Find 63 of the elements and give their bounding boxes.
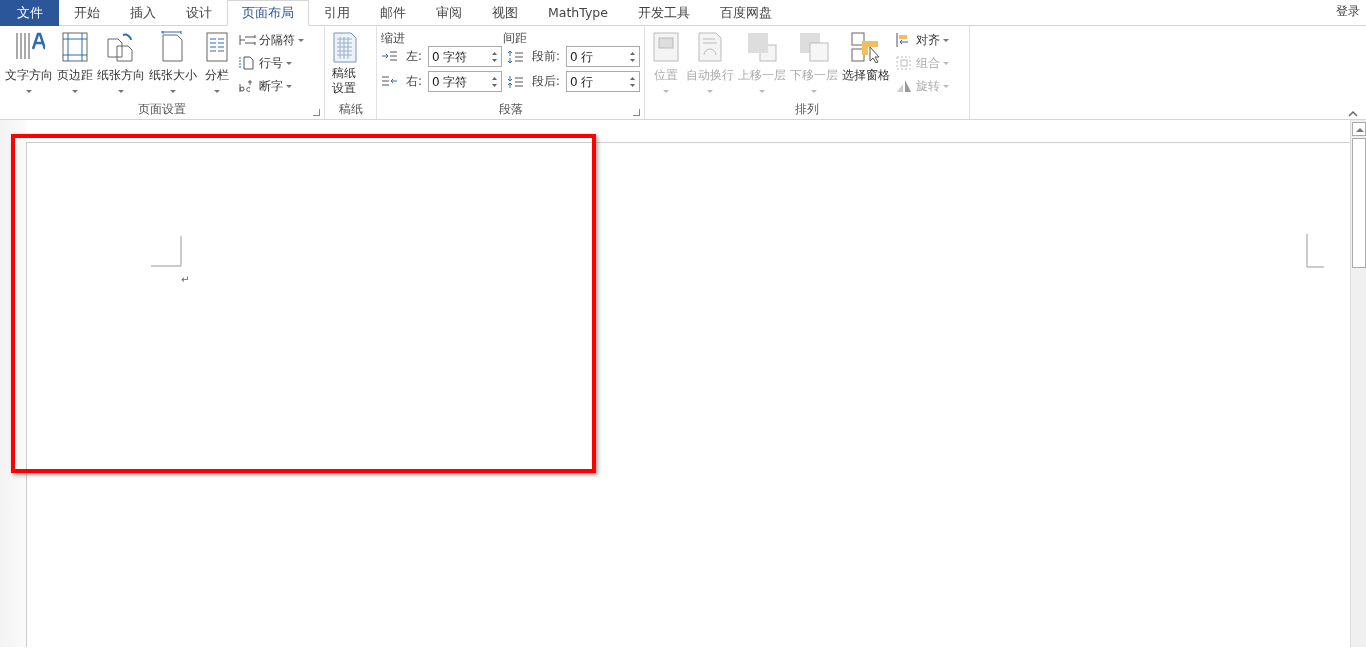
dialog-launcher-icon[interactable] bbox=[633, 109, 640, 116]
ribbon-tab[interactable]: 引用 bbox=[309, 0, 365, 26]
file-menu-button[interactable]: 文件 bbox=[0, 0, 59, 26]
ribbon-button[interactable]: 行号 bbox=[236, 53, 306, 73]
group-label: 段落 bbox=[498, 102, 523, 116]
group-label: 排列 bbox=[795, 102, 819, 116]
ribbon-button[interactable]: 页边距 bbox=[56, 29, 94, 101]
collapse-ribbon-icon[interactable] bbox=[1348, 110, 1358, 117]
section-label: 缩进 bbox=[381, 30, 406, 44]
ribbon-tab[interactable]: 邮件 bbox=[365, 0, 421, 26]
spin-field[interactable]: 0 行 bbox=[566, 46, 640, 67]
ribbon-tab[interactable]: 视图 bbox=[477, 0, 533, 26]
spin-field[interactable]: 0 字符 bbox=[428, 71, 502, 92]
field-label: 左: bbox=[406, 47, 422, 65]
scrollbar-thumb[interactable] bbox=[1351, 138, 1366, 268]
ribbon-button[interactable]: 纸张方向 bbox=[96, 29, 146, 101]
scroll-up-icon[interactable] bbox=[1351, 122, 1366, 136]
dialog-launcher-icon[interactable] bbox=[313, 109, 320, 116]
group-icon bbox=[895, 55, 913, 71]
ribbon-button[interactable]: 断字 bbox=[236, 76, 306, 96]
ribbon-tab[interactable]: 插入 bbox=[115, 0, 171, 26]
ribbon-button[interactable]: 对齐 bbox=[893, 30, 951, 50]
field-label: 段前: bbox=[532, 47, 560, 65]
ribbon-button[interactable]: 文字方向 bbox=[4, 29, 54, 101]
group-label: 页面设置 bbox=[138, 102, 186, 116]
ribbon-tab[interactable]: 开始 bbox=[59, 0, 115, 26]
position-icon bbox=[650, 31, 682, 63]
spin-field[interactable]: 0 字符 bbox=[428, 46, 502, 67]
bring-forward-icon bbox=[746, 31, 778, 63]
margin-corner-mark bbox=[151, 236, 182, 267]
ribbon-tab[interactable]: 页面布局 bbox=[227, 0, 309, 26]
line-numbers-icon bbox=[238, 55, 256, 71]
ribbon-button[interactable]: 纸张大小 bbox=[148, 29, 198, 101]
ribbon-tab[interactable]: 审阅 bbox=[421, 0, 477, 26]
group-label: 稿纸 bbox=[338, 102, 363, 116]
ribbon-button[interactable]: 稿纸设置 bbox=[329, 29, 359, 101]
breaks-icon bbox=[238, 32, 256, 48]
grid-paper-icon bbox=[330, 31, 358, 63]
ribbon-button[interactable]: 分隔符 bbox=[236, 30, 306, 50]
selection-pane-icon bbox=[850, 31, 882, 63]
spin-arrows-icon[interactable] bbox=[491, 49, 498, 64]
vertical-scrollbar[interactable] bbox=[1350, 120, 1366, 647]
field-label: 右: bbox=[406, 72, 422, 90]
ribbon-tab[interactable]: 设计 bbox=[171, 0, 227, 26]
spin-arrows-icon[interactable] bbox=[629, 74, 636, 89]
section-label: 间距 bbox=[503, 30, 527, 44]
spin-field[interactable]: 0 行 bbox=[566, 71, 640, 92]
ribbon-tab[interactable]: MathType bbox=[533, 0, 623, 26]
paragraph-mark: ↵ bbox=[181, 275, 190, 285]
ribbon-tab[interactable]: 百度网盘 bbox=[705, 0, 787, 26]
sign-in-link[interactable]: 登录 bbox=[1330, 0, 1366, 25]
margin-corner-mark bbox=[1306, 234, 1324, 268]
ribbon-button[interactable]: 选择窗格 bbox=[841, 29, 891, 101]
spacing-before-icon bbox=[507, 48, 524, 65]
ribbon-tab[interactable]: 开发工具 bbox=[623, 0, 705, 26]
spin-arrows-icon[interactable] bbox=[491, 74, 498, 89]
rotate-icon bbox=[895, 78, 913, 94]
spin-arrows-icon[interactable] bbox=[629, 49, 636, 64]
spacing-after-icon bbox=[507, 73, 524, 90]
ribbon-button[interactable]: 分栏 bbox=[200, 29, 234, 101]
margins-icon bbox=[59, 31, 91, 63]
send-backward-icon bbox=[798, 31, 830, 63]
field-label: 段后: bbox=[532, 72, 560, 90]
